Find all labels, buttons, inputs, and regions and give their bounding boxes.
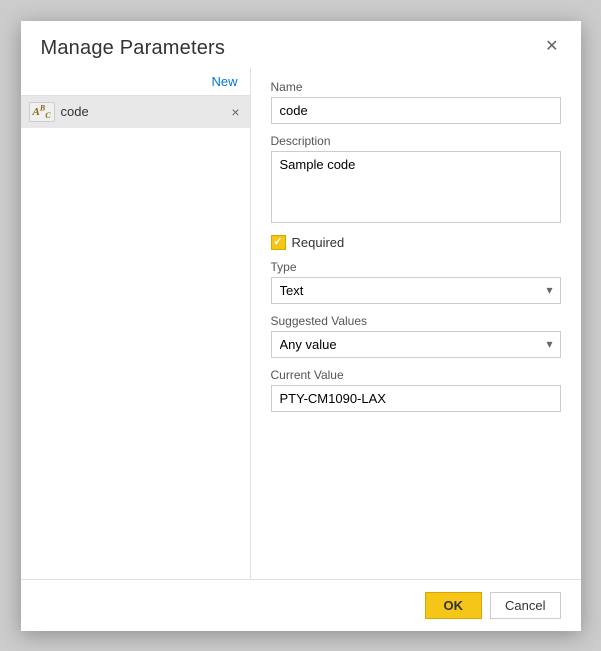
- description-label: Description: [271, 134, 561, 148]
- param-remove-button[interactable]: ×: [229, 105, 241, 119]
- name-field-group: Name: [271, 80, 561, 124]
- suggested-values-select[interactable]: Any value List of values: [271, 331, 561, 358]
- dialog-header: Manage Parameters ✕: [21, 21, 581, 68]
- suggested-values-label: Suggested Values: [271, 314, 561, 328]
- required-label[interactable]: Required: [292, 235, 345, 250]
- parameter-item[interactable]: ABC code ×: [21, 96, 250, 129]
- required-checkbox[interactable]: ✓: [271, 235, 286, 250]
- dialog-body: New ABC code × Name Description: [21, 68, 581, 579]
- left-empty-area: [21, 128, 250, 578]
- type-label: Type: [271, 260, 561, 274]
- new-button[interactable]: New: [207, 72, 241, 91]
- param-type-icon: ABC: [29, 102, 55, 123]
- type-select[interactable]: Text Number Date Date/Time Duration: [271, 277, 561, 304]
- type-field-group: Type Text Number Date Date/Time Duration: [271, 260, 561, 304]
- right-panel: Name Description ✓ Required Type Text Nu…: [251, 68, 581, 579]
- dialog-title: Manage Parameters: [41, 37, 226, 60]
- description-field-group: Description: [271, 134, 561, 223]
- param-name-label: code: [61, 104, 224, 119]
- suggested-values-select-wrapper: Any value List of values: [271, 331, 561, 358]
- left-panel: New ABC code ×: [21, 68, 251, 579]
- suggested-values-field-group: Suggested Values Any value List of value…: [271, 314, 561, 358]
- ok-button[interactable]: OK: [425, 592, 483, 619]
- name-input[interactable]: [271, 97, 561, 124]
- manage-parameters-dialog: Manage Parameters ✕ New ABC code × Name: [21, 21, 581, 631]
- checkmark-icon: ✓: [273, 237, 282, 248]
- current-value-label: Current Value: [271, 368, 561, 382]
- current-value-field-group: Current Value: [271, 368, 561, 412]
- current-value-input[interactable]: [271, 385, 561, 412]
- dialog-footer: OK Cancel: [21, 579, 581, 631]
- left-panel-header: New: [21, 68, 250, 96]
- description-textarea[interactable]: [271, 151, 561, 223]
- required-row: ✓ Required: [271, 235, 561, 250]
- cancel-button[interactable]: Cancel: [490, 592, 560, 619]
- name-label: Name: [271, 80, 561, 94]
- type-select-wrapper: Text Number Date Date/Time Duration: [271, 277, 561, 304]
- close-button[interactable]: ✕: [539, 37, 564, 57]
